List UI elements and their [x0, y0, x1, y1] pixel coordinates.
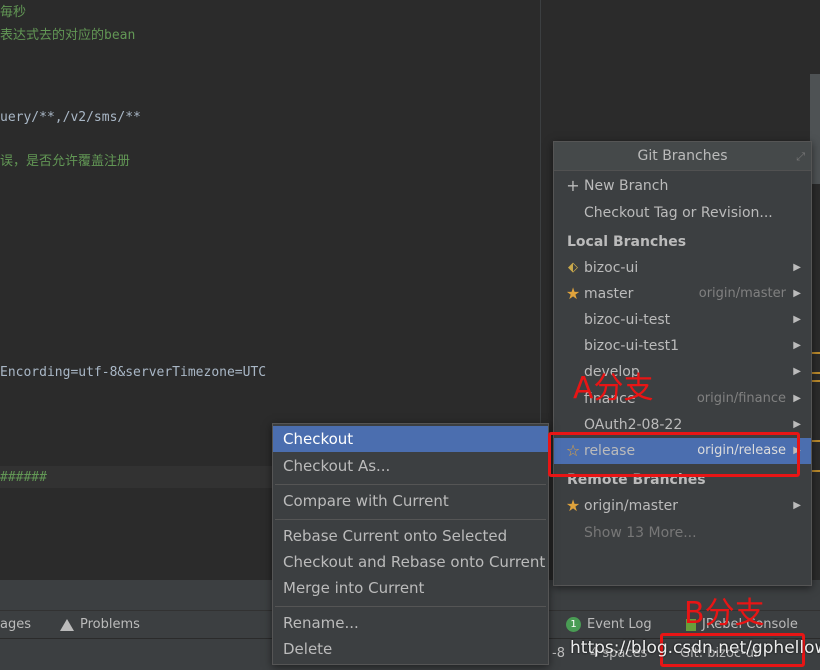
code-line: 表达式去的对应的bean [0, 28, 136, 43]
submenu-arrow-icon: ▶ [793, 340, 801, 351]
menu-item-checkout-rebase[interactable]: Checkout and Rebase onto Current [273, 549, 548, 575]
menu-item-label: Checkout [283, 430, 354, 448]
checkout-tag-item[interactable]: Checkout Tag or Revision... [554, 200, 811, 226]
show-more-item[interactable]: Show 13 More... [554, 520, 811, 546]
submenu-arrow-icon: ▶ [793, 262, 801, 273]
menu-item-rename[interactable]: Rename... [273, 610, 548, 636]
problems-tab[interactable]: Problems [60, 617, 140, 632]
annotation-label-b: B分支 [684, 596, 765, 631]
branch-item-bizoc-ui-test1[interactable]: bizoc-ui-test1 ▶ [554, 333, 811, 359]
tracking-branch: origin/finance [696, 391, 786, 406]
submenu-arrow-icon: ▶ [793, 314, 801, 325]
watermark-text: https://blog.csdn.net/gphelloworld [570, 638, 820, 658]
resize-icon[interactable]: ⤢ [796, 150, 805, 164]
branch-item-bizoc-ui-test[interactable]: bizoc-ui-test ▶ [554, 307, 811, 333]
branch-name: origin/master [584, 498, 678, 514]
annotation-box-a [548, 432, 800, 477]
menu-item-merge[interactable]: Merge into Current [273, 575, 548, 601]
branch-name: bizoc-ui [584, 260, 639, 276]
menu-separator [275, 519, 546, 520]
menu-item-label: Delete [283, 640, 333, 658]
tag-icon: ⬖ [568, 260, 578, 275]
menu-item-checkout-as[interactable]: Checkout As... [273, 453, 548, 479]
event-log-tab[interactable]: 1 Event Log [566, 617, 652, 632]
problems-tab-label: Problems [80, 617, 140, 632]
code-line: Encording=utf-8&serverTimezone=UTC [0, 365, 267, 380]
menu-item-label: Rename... [283, 614, 359, 632]
star-icon: ★ [565, 496, 581, 515]
code-line: uery/**,/v2/sms/** [0, 110, 141, 125]
submenu-arrow-icon: ▶ [793, 393, 801, 404]
warning-icon [60, 618, 74, 631]
menu-item-label: Merge into Current [283, 579, 425, 597]
menu-item-label: Compare with Current [283, 492, 449, 510]
star-icon: ★ [565, 284, 581, 303]
messages-tab-label: ages [0, 617, 31, 632]
tracking-branch: origin/master [698, 286, 786, 301]
branch-item-origin-master[interactable]: ★ origin/master ▶ [554, 493, 811, 519]
branch-name: master [584, 286, 634, 302]
branch-name: bizoc-ui-test [584, 312, 671, 328]
plus-icon: + [566, 176, 580, 195]
show-more-label: Show 13 More... [584, 525, 697, 541]
new-branch-label: New Branch [584, 178, 669, 194]
submenu-arrow-icon: ▶ [793, 500, 801, 511]
branch-name: bizoc-ui-test1 [584, 338, 680, 354]
menu-item-label: Rebase Current onto Selected [283, 527, 508, 545]
popup-title: Git Branches [554, 142, 811, 171]
submenu-arrow-icon: ▶ [793, 288, 801, 299]
local-branches-header: Local Branches [567, 234, 687, 250]
encoding-indicator[interactable]: -8 [552, 646, 565, 661]
menu-item-checkout[interactable]: Checkout [273, 426, 548, 452]
new-branch-item[interactable]: + New Branch [554, 173, 811, 199]
menu-separator [275, 606, 546, 607]
event-log-badge-icon: 1 [566, 617, 581, 632]
menu-item-rebase[interactable]: Rebase Current onto Selected [273, 523, 548, 549]
code-line: ###### [0, 470, 47, 485]
menu-separator [275, 484, 546, 485]
menu-item-compare[interactable]: Compare with Current [273, 488, 548, 514]
menu-item-label: Checkout and Rebase onto Current [283, 553, 546, 571]
submenu-arrow-icon: ▶ [793, 366, 801, 377]
branch-item-bizoc-ui[interactable]: ⬖ bizoc-ui ▶ [554, 255, 811, 281]
branch-actions-menu: Checkout Checkout As... Compare with Cur… [272, 423, 549, 665]
event-log-tab-label: Event Log [587, 617, 652, 632]
menu-item-label: Checkout As... [283, 457, 391, 475]
code-line: 误，是否允许覆盖注册 [0, 154, 131, 169]
messages-tab[interactable]: ages [0, 617, 31, 632]
branch-item-master[interactable]: ★ master origin/master ▶ [554, 281, 811, 307]
annotation-label-a: A分支 [573, 371, 654, 406]
menu-item-delete[interactable]: Delete [273, 636, 548, 662]
code-line: 毎秒 [0, 5, 27, 20]
checkout-tag-label: Checkout Tag or Revision... [584, 205, 773, 221]
